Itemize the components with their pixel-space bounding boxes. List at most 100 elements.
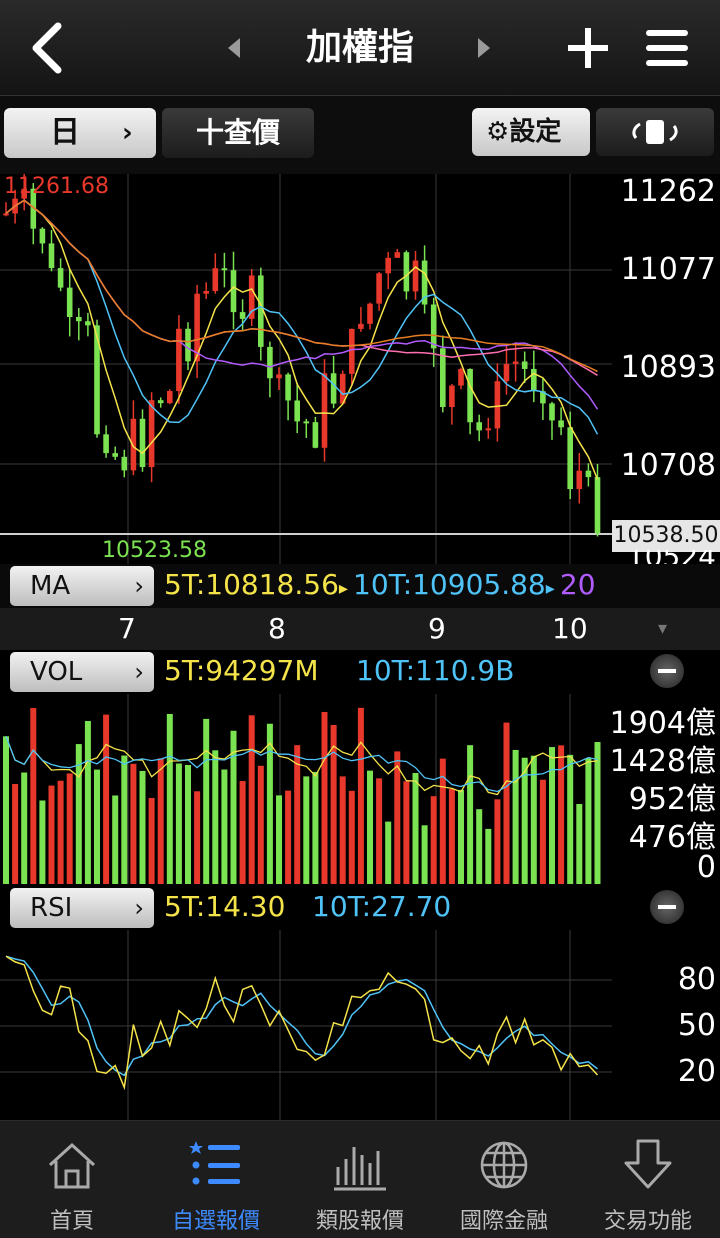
rsi10-line (5, 955, 598, 1077)
right-triangle-icon[interactable] (476, 36, 492, 60)
volume-bar (166, 713, 173, 884)
settings-label: 設定 (509, 117, 562, 147)
period-label: 日 (50, 115, 80, 150)
candle-body (494, 381, 501, 429)
candle-body (576, 470, 583, 490)
tab-home[interactable]: 首頁 (0, 1121, 144, 1238)
volume-bar (112, 795, 119, 884)
candle-body (376, 273, 382, 304)
volume-bar (357, 707, 364, 884)
volume-bar (21, 772, 28, 884)
vol-ma5-value: 5T:94297M (164, 654, 319, 687)
volume-bar (248, 715, 255, 884)
candle-body (221, 268, 228, 271)
volume-bar (458, 789, 464, 884)
volume-bar (221, 769, 228, 884)
candle-body (367, 303, 373, 324)
tab-international[interactable]: 國際金融 (432, 1121, 576, 1238)
tab-trading[interactable]: 交易功能 (576, 1121, 720, 1238)
candle-body (39, 228, 46, 244)
candle-body (303, 421, 310, 424)
volume-bar (239, 781, 246, 884)
candle-body (112, 453, 118, 457)
candle-body (476, 422, 482, 431)
candle-body (267, 346, 273, 379)
candle-body (148, 400, 155, 468)
candle-body (76, 317, 82, 322)
volume-bar (549, 747, 555, 884)
candle-body (449, 385, 455, 408)
volume-bar (467, 745, 474, 884)
rsi-button[interactable]: RSI › (10, 888, 154, 928)
rsi5-value: 5T:14.30 (164, 890, 286, 923)
volume-bar (139, 770, 146, 884)
rsi-y-tick: 80 (677, 962, 716, 997)
rsi-chart[interactable] (0, 930, 720, 1120)
page-title: 加權指 (305, 27, 414, 68)
volume-bar (430, 796, 437, 884)
vol-y-tick: 0 (696, 850, 716, 885)
ma-values: 5T:10818.56▸ 10T:10905.88▸ 20 (164, 568, 596, 601)
price-grid (0, 174, 612, 564)
candle-body (203, 291, 209, 294)
candle-body (558, 420, 564, 428)
tab-watchlist[interactable]: 自選報價 (144, 1121, 288, 1238)
volume-bar (348, 790, 355, 884)
volume-bar (257, 765, 264, 884)
chevron-right-icon: › (134, 572, 144, 600)
rotate-screen-button[interactable] (596, 108, 714, 156)
left-triangle-icon[interactable] (226, 36, 242, 60)
collapse-icon[interactable]: ▾ (658, 618, 667, 639)
candle-body (440, 348, 446, 408)
chevron-right-icon: › (122, 118, 133, 148)
ma20-value: 20 (559, 568, 596, 601)
candle-body (121, 456, 128, 471)
settings-button[interactable]: ⚙設定 (472, 108, 590, 156)
remove-rsi-icon[interactable] (650, 890, 684, 924)
candle-body (349, 328, 355, 374)
volume-bar (266, 723, 273, 884)
candle-body (130, 418, 137, 471)
current-price-tag: 10538.50 (612, 520, 720, 552)
volume-bar (276, 795, 282, 884)
candle-body (549, 403, 555, 421)
rsi-y-tick: 50 (677, 1008, 716, 1043)
ma-button[interactable]: MA › (10, 566, 154, 606)
candle-body (139, 418, 146, 468)
query-price-button[interactable]: 十查價 (162, 108, 314, 158)
candle-body (521, 361, 528, 369)
volume-bar (303, 776, 310, 884)
vol-button[interactable]: VOL › (10, 652, 154, 692)
tab-label: 交易功能 (603, 1209, 692, 1234)
rsi5-line (5, 955, 599, 1091)
app-header: 加權指 (0, 0, 720, 96)
candle-body (467, 368, 473, 423)
candle-body (358, 323, 364, 329)
volume-bar (84, 720, 91, 884)
chart-toolbar: 日 › 十查價 ⚙設定 (0, 96, 720, 174)
remove-vol-icon[interactable] (650, 654, 684, 688)
volume-bar (203, 718, 210, 884)
ma5-value: 5T:10818.56 (164, 568, 339, 601)
candlestick-chart[interactable] (0, 174, 720, 564)
back-chevron-icon[interactable] (28, 20, 68, 76)
candle-body (458, 368, 464, 386)
price-y-tick: 11077 (620, 252, 716, 287)
candle-body (3, 213, 9, 216)
volume-bar (494, 799, 501, 884)
volume-bar (194, 791, 201, 884)
volume-bar (185, 764, 191, 884)
hamburger-menu-icon[interactable] (644, 26, 690, 70)
candle-body (567, 427, 573, 490)
volume-bar (3, 736, 9, 884)
plus-icon[interactable] (566, 26, 610, 70)
volume-bar (448, 789, 455, 884)
tab-sector-quotes[interactable]: 類股報價 (288, 1121, 432, 1238)
volume-bar (412, 772, 419, 884)
rotate-screen-icon (632, 120, 678, 144)
period-selector-button[interactable]: 日 › (4, 108, 156, 158)
candle-body (412, 260, 419, 292)
tab-label: 首頁 (49, 1209, 94, 1234)
candles (3, 174, 601, 537)
tab-label: 自選報價 (171, 1209, 260, 1234)
